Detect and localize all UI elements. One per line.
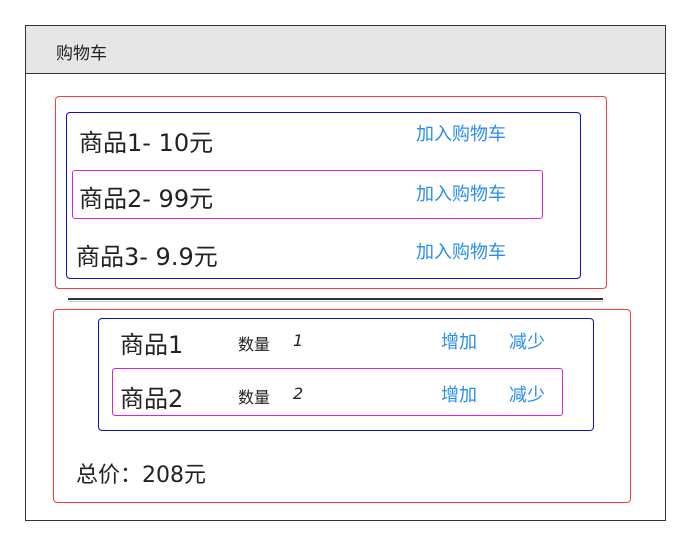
increase-button-2[interactable]: 增加	[441, 381, 477, 407]
decrease-button-1[interactable]: 减少	[509, 328, 545, 354]
increase-button-1[interactable]: 增加	[441, 328, 477, 354]
cart-item-qty-label-1: 数量	[238, 335, 271, 354]
add-to-cart-button-2[interactable]: 加入购物车	[416, 180, 506, 206]
section-divider-shadow	[68, 301, 603, 302]
product-label-2: 商品2- 99元	[79, 185, 214, 213]
product-label-1: 商品1- 10元	[79, 129, 214, 157]
window-titlebar: 购物车	[26, 26, 665, 74]
cart-item-qty-label-2: 数量	[238, 388, 271, 407]
product-label-3: 商品3- 9.9元	[76, 243, 218, 271]
cart-item-qty-2: 2	[293, 384, 304, 403]
section-divider	[68, 298, 603, 300]
cart-window: 购物车 商品1- 10元 加入购物车 商品2- 99元 加入购物车 商品3- 9…	[25, 25, 666, 521]
add-to-cart-button-1[interactable]: 加入购物车	[416, 120, 506, 146]
cart-total: 总价：208元	[76, 463, 206, 488]
cart-item-qty-1: 1	[293, 331, 304, 350]
add-to-cart-button-3[interactable]: 加入购物车	[416, 238, 506, 264]
decrease-button-2[interactable]: 减少	[509, 381, 545, 407]
window-title: 购物车	[56, 44, 107, 64]
cart-item-name-1: 商品1	[120, 331, 184, 359]
cart-item-name-2: 商品2	[120, 385, 184, 413]
